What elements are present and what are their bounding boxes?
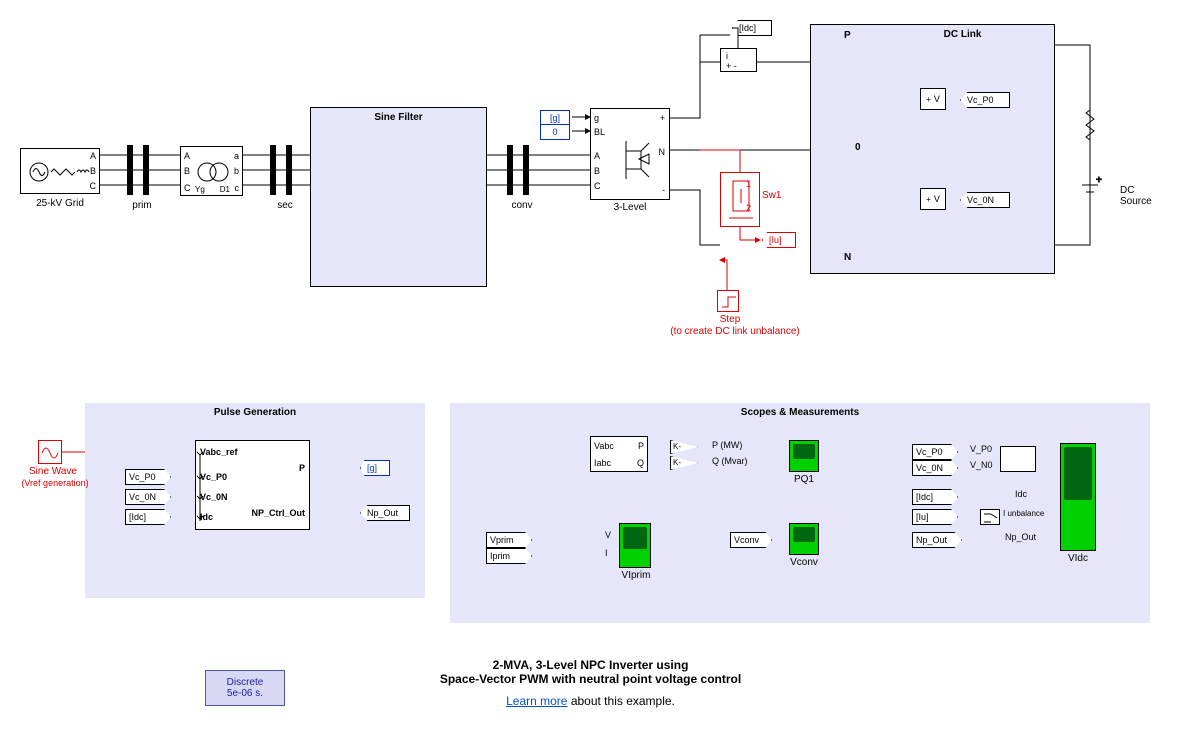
i-port-label: I (605, 548, 608, 558)
pulse-gen-block[interactable]: Vabc_ref Vc_P0 Vc_0N Idc P NP_Ctrl_Out (195, 440, 310, 530)
svg-text:1: 1 (746, 179, 751, 189)
grid-port-b: B (90, 166, 96, 176)
from-vprim[interactable]: Vprim (486, 532, 532, 548)
from-vcp0[interactable]: Vc_P0 (125, 469, 171, 485)
step-label: Step (700, 314, 760, 325)
dclink-0: 0 (855, 142, 861, 153)
grid-source-block[interactable]: A B C (20, 148, 100, 194)
pulse-gen-title: Pulse Generation (85, 407, 425, 418)
from-iprim[interactable]: Iprim (486, 548, 532, 564)
lbl-vn0: V_N0 (970, 460, 993, 470)
scope-vlprim-label: VIprim (613, 570, 659, 581)
sw1-label: Sw1 (762, 190, 781, 201)
scope-pq1[interactable] (789, 440, 819, 472)
vmeas-p0[interactable]: +V (920, 88, 946, 110)
from-idc[interactable]: [Idc] (125, 509, 171, 525)
dclink-n: N (844, 252, 851, 263)
mp-iabc: Iabc (594, 458, 611, 468)
from-vconv[interactable]: Vconv (730, 532, 772, 548)
scope-vlprim[interactable] (619, 523, 651, 568)
title-line2: Space-Vector PWM with neutral point volt… (0, 672, 1181, 686)
sine-wave-label: Sine Wave (18, 466, 88, 477)
title-line1: 2-MVA, 3-Level NPC Inverter using (0, 658, 1181, 672)
learn-more-link[interactable]: Learn more (506, 694, 567, 708)
from-vc0n-2[interactable]: Vc_0N (912, 460, 958, 476)
vmeas-0n[interactable]: +V (920, 188, 946, 210)
goto-iu[interactable]: [Iu] (762, 232, 796, 248)
q-mvar-label: Q (Mvar) (712, 456, 748, 466)
sine-filter-subsystem[interactable]: Sine Filter (310, 107, 487, 287)
step-note: (to create DC link unbalance) (660, 326, 810, 337)
goto-vc0n[interactable]: Vc_0N (960, 192, 1010, 208)
svg-text:+ -: + - (726, 61, 737, 71)
transformer-block[interactable]: A B C a b c Yg D1 (180, 146, 243, 196)
lbl-npout: Np_Out (1005, 532, 1036, 542)
xfmr-d1: D1 (220, 185, 230, 194)
three-level-block[interactable]: g BL A B C + N - (590, 108, 670, 200)
dclink-title: DC Link (871, 29, 1054, 40)
goto-npout[interactable]: Np_Out (360, 505, 410, 521)
mux-vp0-vn0[interactable] (1000, 446, 1036, 472)
grid-port-a: A (90, 151, 96, 161)
grid-port-c: C (90, 181, 97, 191)
scope-vconv-label: Vconv (782, 557, 826, 568)
learn-more-rest: about this example. (567, 694, 674, 708)
constant-zero[interactable]: 0 (540, 124, 570, 140)
lbl-iunb: I unbalance (1003, 509, 1044, 518)
scopes-area: Scopes & Measurements (450, 403, 1150, 623)
from-npout-2[interactable]: Np_Out (912, 532, 962, 548)
dclink-p: P (844, 30, 851, 41)
grid-label: 25-kV Grid (20, 198, 100, 209)
scope-pq1-label: PQ1 (783, 474, 825, 485)
svg-text:2: 2 (746, 203, 751, 213)
three-level-label: 3-Level (590, 202, 670, 213)
sine-filter-title: Sine Filter (311, 112, 486, 123)
dc-source-label: DC Source (1120, 185, 1170, 207)
sine-wave-block[interactable] (38, 440, 62, 464)
lbl-vp0: V_P0 (970, 444, 992, 454)
scopes-title: Scopes & Measurements (450, 407, 1150, 418)
from-iu-2[interactable]: [Iu] (912, 509, 958, 525)
from-vcp0-2[interactable]: Vc_P0 (912, 444, 958, 460)
switch-iu[interactable] (980, 509, 1000, 525)
v-port-label: V (605, 530, 611, 540)
goto-g[interactable]: [g] (360, 460, 390, 476)
mp-vabc: Vabc (594, 441, 614, 451)
xfmr-yg: Yg (195, 185, 205, 194)
lbl-idc: Idc (1015, 489, 1027, 499)
from-idc-2[interactable]: [Idc] (912, 489, 958, 505)
scope-vidc[interactable] (1060, 443, 1096, 551)
mp-q: Q (637, 458, 644, 468)
bus-conv-label: conv (502, 200, 542, 211)
mp-p: P (638, 441, 644, 451)
bus-prim-label: prim (122, 200, 162, 211)
switch-sw1[interactable]: 1 2 (720, 172, 760, 227)
scope-vconv[interactable] (789, 523, 819, 555)
p-mw-label: P (MW) (712, 440, 742, 450)
bus-sec-label: sec (265, 200, 305, 211)
goto-vcp0[interactable]: Vc_P0 (960, 92, 1010, 108)
sine-wave-note: (Vref generation) (10, 478, 100, 488)
dclink-subsystem[interactable]: DC Link (810, 24, 1055, 274)
step-block[interactable] (717, 290, 739, 312)
from-vc0n[interactable]: Vc_0N (125, 489, 171, 505)
pq-meas-block[interactable]: Vabc Iabc P Q (590, 436, 648, 472)
scope-vidc-label: VIdc (1055, 553, 1101, 564)
svg-text:+: + (1096, 175, 1102, 186)
